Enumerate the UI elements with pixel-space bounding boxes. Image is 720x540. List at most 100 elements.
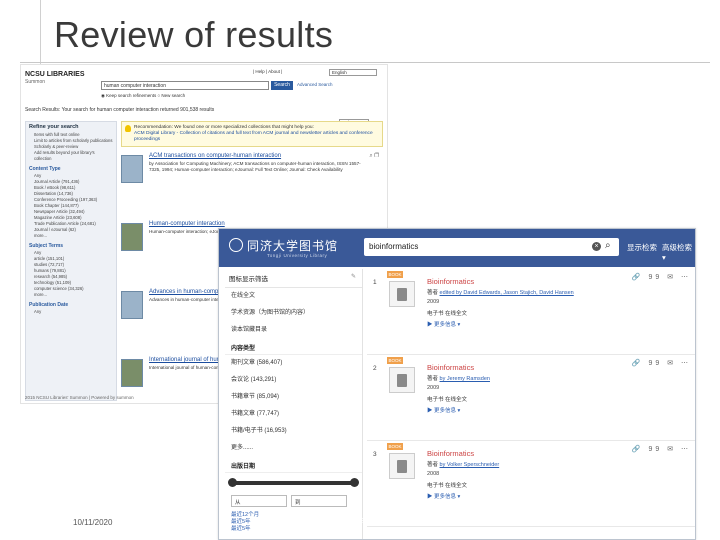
ncsu-logo-sub: Summon — [25, 79, 46, 85]
filter-item[interactable]: 学术资源（为图书馆的内容） — [225, 305, 362, 322]
result-title[interactable]: Bioinformatics — [427, 363, 474, 372]
slide-footer-title: HUMAN COMPUTER INTERACTION — [298, 518, 426, 525]
recommendation-link[interactable]: ACM Digital Library - Collection of cita… — [134, 131, 378, 143]
type-item[interactable]: 书籍/电子书 (16,953) — [225, 423, 362, 440]
result-actions-icon[interactable]: 🔗 99 ✉ ⋯ — [632, 445, 691, 453]
list-item: 1 BOOK Bioinformatics 著者 edited by David… — [367, 269, 695, 355]
filter-item[interactable]: 读本馆藏目录 — [225, 322, 362, 339]
type-item[interactable]: 书籍章节 (85,094) — [225, 389, 362, 406]
year-range-inputs: 从 到 — [225, 493, 362, 509]
more-info-link[interactable]: ▶ 更多信息 ▾ — [427, 492, 460, 500]
author-prefix: 著者 — [427, 462, 440, 468]
ncsu-logo: NCSU LIBRARIES — [25, 71, 85, 78]
list-item: 2 BOOK Bioinformatics 著者 by Jeremy Ramsd… — [367, 355, 695, 441]
filter-item[interactable]: 在线全文 — [225, 288, 362, 305]
result-year: 2009 — [427, 385, 440, 391]
pubdate-title: 出版日期 — [225, 457, 362, 473]
edit-icon[interactable]: ✎ — [351, 273, 356, 280]
ncsu-results-summary: Search Results: Your search for human co… — [25, 107, 215, 113]
book-icon[interactable] — [389, 453, 415, 479]
year-from-input[interactable]: 从 — [231, 495, 287, 507]
ncsu-refine-panel: Refine your search Items with full text … — [25, 121, 117, 401]
display-search-link[interactable]: 显示检索 — [627, 242, 657, 253]
result-number: 2 — [373, 365, 377, 372]
result-author: 著者 edited by David Edwards, Jason Stajic… — [427, 288, 574, 296]
lightbulb-icon — [125, 125, 131, 132]
ncsu-search-input[interactable]: human computer interaction — [101, 81, 269, 90]
tongji-screenshot: 同济大学图书馆 Tongji University Library bioinf… — [218, 228, 696, 540]
result-format[interactable]: 电子书 在线全文 — [427, 481, 467, 489]
format-badge: BOOK — [387, 357, 403, 364]
more-info-link[interactable]: ▶ 更多信息 ▾ — [427, 406, 460, 414]
author-link[interactable]: edited by David Edwards, Jason Stajich, … — [440, 290, 574, 296]
cover-thumbnail[interactable] — [121, 359, 143, 387]
content-type-title[interactable]: Content Type — [26, 162, 116, 173]
result-title[interactable]: Bioinformatics — [427, 449, 474, 458]
year-to-input[interactable]: 到 — [291, 495, 347, 507]
type-item[interactable]: 会议论 (143,291) — [225, 372, 362, 389]
ncsu-header: NCSU LIBRARIES Summon — [25, 71, 97, 93]
cover-thumbnail[interactable] — [121, 291, 143, 319]
list-item: 3 BOOK Bioinformatics 著者 by Volker Spers… — [367, 441, 695, 527]
slider-handle-right[interactable] — [350, 478, 359, 487]
ncsu-search-options[interactable]: ◉ Keep search refinements ○ New search — [101, 93, 185, 99]
filter-panel-title: 图标显示筛选 ✎ — [225, 269, 362, 288]
type-item[interactable]: 书籍文章 (77,747) — [225, 406, 362, 423]
list-item: ACM transactions on computer-human inter… — [121, 153, 383, 215]
author-link[interactable]: by Volker Sperschneider — [440, 462, 500, 468]
cover-thumbnail[interactable] — [121, 155, 143, 183]
ncsu-advanced-search-link[interactable]: Advanced Search — [297, 82, 333, 87]
result-title[interactable]: ACM transactions on computer-human inter… — [149, 153, 281, 159]
ncsu-footer: 2015 NCSU Libraries' Summon | Powered by… — [25, 395, 134, 400]
type-more[interactable]: 更多...... — [225, 440, 362, 457]
ncsu-search-button[interactable]: Search — [271, 81, 293, 90]
result-title[interactable]: Human-computer interaction — [149, 221, 225, 227]
format-badge: BOOK — [387, 443, 403, 450]
recommendation-box: Recommendation: We found one or more spe… — [121, 121, 383, 147]
result-author: 著者 by Volker Sperschneider — [427, 460, 499, 468]
result-year: 2008 — [427, 471, 440, 477]
slide-title: Review of results — [54, 14, 334, 55]
pubdate-value: Any — [34, 309, 42, 314]
ncsu-top-links[interactable]: | Help | About | — [253, 69, 282, 74]
result-number: 3 — [373, 451, 377, 458]
result-actions-icon[interactable]: 🔗 99 ✉ ⋯ — [632, 273, 691, 281]
tongji-header-bar: 同济大学图书馆 Tongji University Library bioinf… — [219, 229, 695, 267]
result-actions-icon[interactable]: 🔗 99 ✉ ⋯ — [632, 359, 691, 367]
more-info-link[interactable]: ▶ 更多信息 ▾ — [427, 320, 460, 328]
author-prefix: 著者 — [427, 290, 440, 296]
result-number: 1 — [373, 279, 377, 286]
type-item[interactable]: 期刊文章 (586,407) — [225, 355, 362, 372]
result-format[interactable]: 电子书 在线全文 — [427, 395, 467, 403]
tongji-logo-sub: Tongji University Library — [267, 253, 328, 258]
slider-handle-left[interactable] — [228, 478, 237, 487]
result-author: 著者 by Jeremy Ramsden — [427, 374, 490, 382]
format-badge: BOOK — [387, 271, 403, 278]
date-range-slider[interactable] — [228, 478, 359, 487]
search-icon[interactable]: ⌕ — [605, 240, 611, 251]
refine-item[interactable]: Add results beyond your library's collec… — [26, 150, 116, 162]
tongji-filter-panel: 图标显示筛选 ✎ 在线全文 学术资源（为图书馆的内容） 读本馆藏目录 内容类型 … — [225, 269, 363, 539]
subject-terms-title[interactable]: Subject Terms — [26, 239, 116, 250]
result-actions-icon[interactable]: ⌕ ❐ — [369, 153, 379, 160]
filter-panel-title-text: 图标显示筛选 — [229, 276, 268, 283]
ncsu-language-select[interactable]: English — [329, 69, 377, 76]
author-link[interactable]: by Jeremy Ramsden — [440, 376, 490, 382]
clear-icon[interactable]: × — [592, 242, 601, 251]
result-desc: by Association for Computing Machinery; … — [149, 161, 361, 172]
result-format[interactable]: 电子书 在线全文 — [427, 309, 467, 317]
book-icon[interactable] — [389, 367, 415, 393]
tongji-search-input[interactable]: bioinformatics — [364, 238, 619, 256]
result-title[interactable]: Bioinformatics — [427, 277, 474, 286]
author-prefix: 著者 — [427, 376, 440, 382]
tongji-logo: 同济大学图书馆 — [247, 239, 339, 253]
cover-thumbnail[interactable] — [121, 223, 143, 251]
year-link[interactable]: 最近5年 — [231, 526, 356, 533]
book-icon[interactable] — [389, 281, 415, 307]
pubdate-title[interactable]: Publication Date — [26, 298, 116, 309]
title-divider — [20, 62, 710, 63]
slide-page-number: 27 — [642, 518, 651, 527]
slide-date: 10/11/2020 — [73, 518, 113, 527]
content-type-title: 内容类型 — [225, 339, 362, 355]
advanced-search-link[interactable]: 高级检索 ▾ — [662, 242, 695, 262]
